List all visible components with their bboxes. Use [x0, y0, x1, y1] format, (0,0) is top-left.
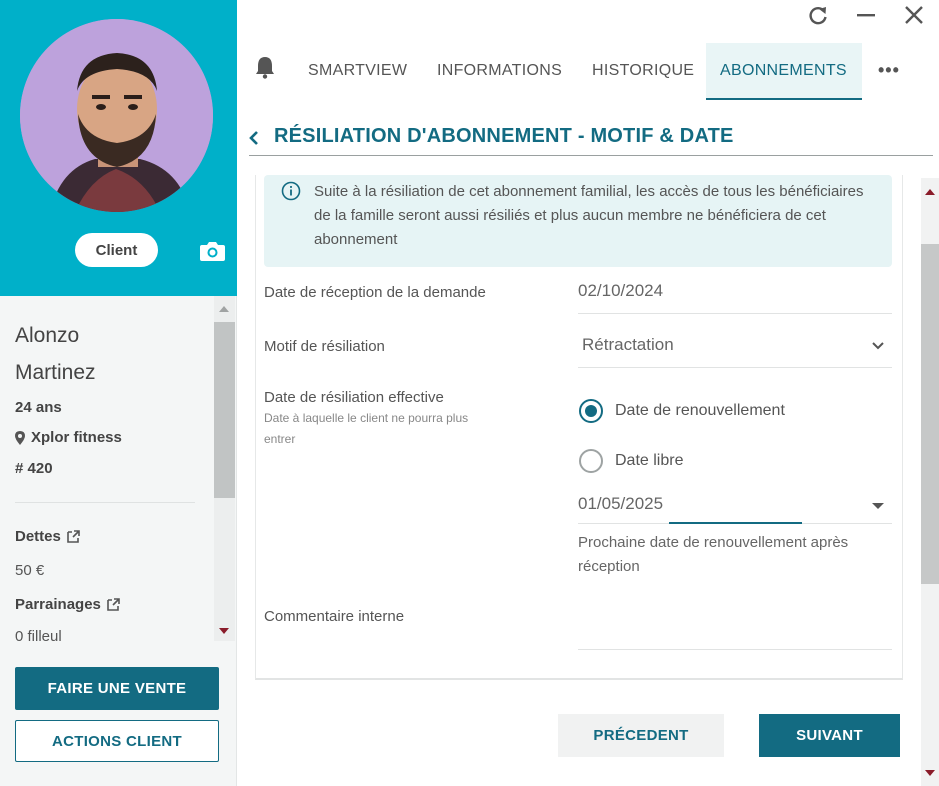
- external-link-icon: [67, 530, 80, 543]
- client-location-label: Xplor fitness: [31, 429, 122, 446]
- title-divider: [249, 155, 933, 156]
- reason-select[interactable]: Rétractation: [582, 335, 674, 355]
- info-icon: [281, 181, 301, 201]
- request-date-field[interactable]: 02/10/2024: [578, 281, 663, 301]
- radio-free-date-label[interactable]: Date libre: [615, 452, 683, 470]
- referrals-value: 0 filleul: [15, 628, 62, 641]
- reason-underline: [578, 367, 892, 368]
- sidebar-scrollbar-thumb[interactable]: [214, 322, 235, 498]
- scroll-down-arrow-icon[interactable]: [219, 628, 229, 634]
- external-link-icon: [107, 598, 120, 611]
- effective-date-description: Date à laquelle le client ne pourra plus…: [264, 411, 469, 446]
- referrals-label: Parrainages: [15, 596, 101, 613]
- minimize-icon[interactable]: [855, 4, 877, 26]
- radio-renewal-date-label[interactable]: Date de renouvellement: [615, 402, 785, 420]
- scroll-up-arrow-icon[interactable]: [925, 189, 935, 195]
- tab-historique[interactable]: HISTORIQUE: [592, 62, 694, 80]
- scroll-up-arrow-icon[interactable]: [219, 306, 229, 312]
- more-options-button[interactable]: •••: [878, 60, 900, 81]
- profile-divider: [15, 502, 195, 503]
- content-scrollbar-thumb[interactable]: [921, 244, 939, 584]
- effective-date-field[interactable]: 01/05/2025: [578, 494, 663, 514]
- tab-smartview[interactable]: SMARTVIEW: [308, 62, 407, 80]
- previous-button[interactable]: PRÉCEDENT: [558, 714, 724, 757]
- next-button[interactable]: SUIVANT: [759, 714, 900, 757]
- referrals-link[interactable]: Parrainages: [15, 596, 120, 613]
- client-location: Xplor fitness: [15, 429, 122, 446]
- dropdown-arrow-icon[interactable]: [872, 503, 884, 509]
- effective-date-label: Date de résiliation effective: [264, 389, 444, 406]
- refresh-icon[interactable]: [807, 4, 829, 26]
- client-member-id: # 420: [15, 460, 53, 477]
- effective-date-help-text: Prochaine date de renouvellement après r…: [578, 534, 849, 575]
- debts-value: 50 €: [15, 562, 45, 579]
- close-icon[interactable]: [903, 4, 925, 26]
- request-date-label: Date de réception de la demande: [264, 284, 486, 301]
- profile-header: Client: [0, 0, 237, 296]
- comment-label: Commentaire interne: [264, 608, 405, 625]
- client-sidebar: Client Alonzo Martinez 24 ans Xplor fitn…: [0, 0, 237, 786]
- tab-informations[interactable]: INFORMATIONS: [437, 62, 562, 80]
- tab-abonnements[interactable]: ABONNEMENTS: [720, 62, 847, 80]
- comment-input[interactable]: [578, 649, 892, 650]
- client-status-badge: Client: [75, 233, 158, 267]
- radio-renewal-date[interactable]: [579, 399, 603, 423]
- radio-free-date[interactable]: [579, 449, 603, 473]
- camera-icon[interactable]: [199, 239, 226, 262]
- client-first-name: Alonzo: [15, 324, 80, 347]
- client-last-name: Martinez: [15, 361, 96, 384]
- avatar-photo: [20, 19, 213, 212]
- profile-details: Alonzo Martinez 24 ans Xplor fitness # 4…: [0, 296, 237, 641]
- bell-icon[interactable]: [254, 55, 276, 79]
- make-sale-button[interactable]: FAIRE UNE VENTE: [15, 667, 219, 710]
- chevron-down-icon[interactable]: [871, 341, 885, 351]
- location-pin-icon: [15, 430, 25, 445]
- client-age: 24 ans: [15, 399, 62, 416]
- reason-label: Motif de résiliation: [264, 338, 385, 355]
- client-avatar[interactable]: [20, 19, 213, 212]
- client-actions-button[interactable]: ACTIONS CLIENT: [15, 720, 219, 762]
- page-title: RÉSILIATION D'ABONNEMENT - MOTIF & DATE: [274, 125, 734, 147]
- effective-date-focus-line: [669, 522, 802, 524]
- info-alert-text: Suite à la résiliation de cet abonnement…: [314, 183, 864, 248]
- back-chevron-icon[interactable]: [248, 130, 260, 146]
- request-date-underline: [578, 313, 892, 314]
- debts-label: Dettes: [15, 528, 61, 545]
- scroll-down-arrow-icon[interactable]: [925, 770, 935, 776]
- debts-link[interactable]: Dettes: [15, 528, 80, 545]
